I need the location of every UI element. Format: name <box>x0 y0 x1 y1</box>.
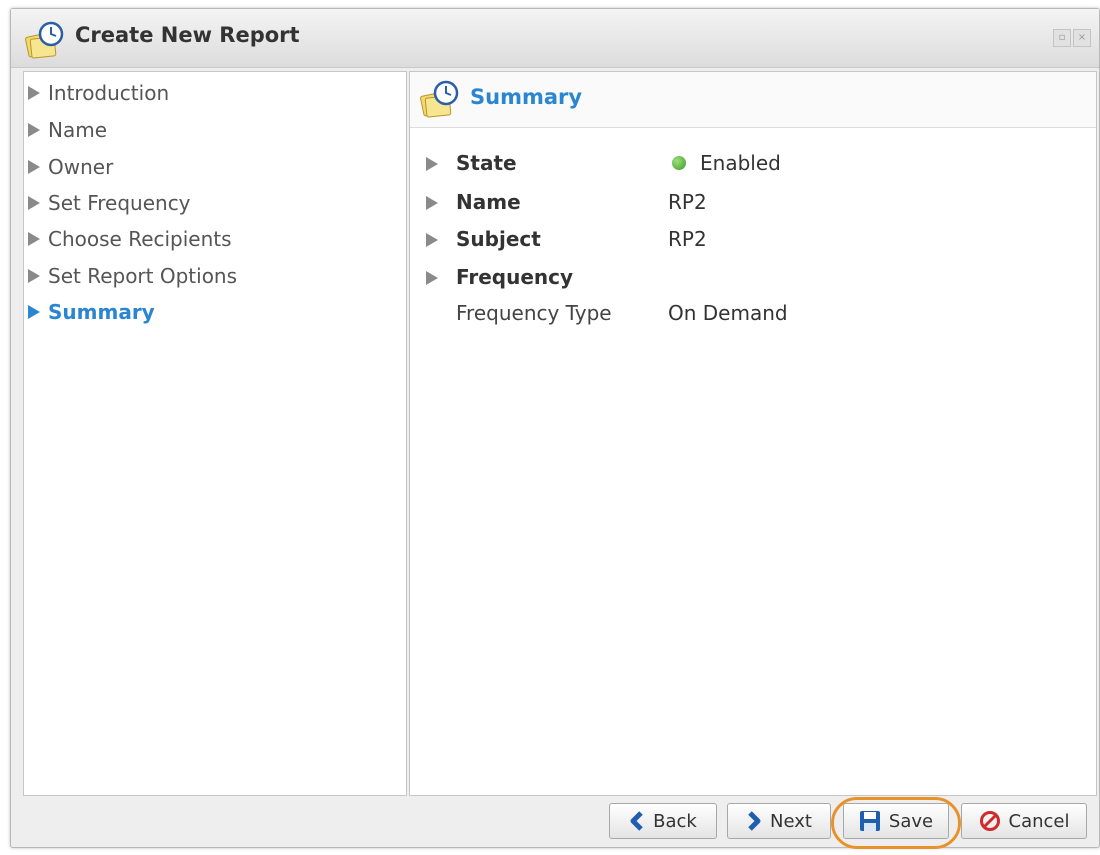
arrow-right-icon[interactable] <box>426 271 438 285</box>
chevron-right-icon <box>748 811 761 831</box>
row-value: On Demand <box>668 301 788 325</box>
arrow-right-icon[interactable] <box>426 233 438 247</box>
floppy-disk-icon <box>859 811 880 831</box>
nav-item-introduction[interactable]: Introduction <box>28 78 169 108</box>
arrow-right-icon <box>28 196 40 210</box>
cancel-icon <box>979 811 1000 831</box>
status-enabled-icon <box>672 156 686 170</box>
row-label: Name <box>456 190 521 214</box>
nav-item-label: Name <box>48 118 108 142</box>
nav-item-choose-recipients[interactable]: Choose Recipients <box>28 224 232 254</box>
nav-item-set-frequency[interactable]: Set Frequency <box>28 188 191 218</box>
summary-row-frequency: Frequency <box>424 263 1074 293</box>
cancel-label: Cancel <box>1008 810 1070 832</box>
nav-item-set-report-options[interactable]: Set Report Options <box>28 261 237 291</box>
arrow-right-icon <box>28 232 40 246</box>
nav-item-label: Summary <box>48 300 155 324</box>
arrow-right-icon <box>28 160 40 174</box>
nav-item-label: Set Report Options <box>48 264 238 288</box>
report-clock-icon <box>420 80 459 118</box>
summary-title: Summary <box>470 85 583 109</box>
wizard-step-nav: Introduction Name Owner Set Frequency Ch… <box>23 71 407 796</box>
next-label: Next <box>770 810 812 832</box>
arrow-right-icon <box>28 123 40 137</box>
close-icon[interactable]: × <box>1073 29 1091 47</box>
nav-item-summary[interactable]: Summary <box>28 297 155 327</box>
back-button[interactable]: Back <box>609 803 717 839</box>
arrow-right-icon <box>28 305 40 319</box>
summary-row-state: State Enabled <box>424 149 1074 179</box>
state-value: Enabled <box>700 151 781 175</box>
row-label: Frequency Type <box>456 301 612 325</box>
dialog-titlebar: Create New Report ▫ × <box>11 9 1099 68</box>
row-value: Enabled <box>668 151 781 175</box>
arrow-right-icon <box>28 86 40 100</box>
arrow-right-icon[interactable] <box>426 157 438 171</box>
row-value: RP2 <box>668 227 707 251</box>
save-button[interactable]: Save <box>843 803 949 839</box>
nav-item-label: Set Frequency <box>48 191 191 215</box>
chevron-left-icon <box>630 811 643 831</box>
arrow-right-icon[interactable] <box>426 196 438 210</box>
next-button[interactable]: Next <box>727 803 831 839</box>
save-label: Save <box>888 810 934 832</box>
nav-item-label: Introduction <box>48 81 170 105</box>
report-clock-icon <box>25 21 64 59</box>
nav-item-owner[interactable]: Owner <box>28 152 113 182</box>
row-value: RP2 <box>668 190 707 214</box>
row-label: State <box>456 151 517 175</box>
nav-item-label: Owner <box>48 155 114 179</box>
summary-panel: Summary State Enabled Name RP2 Subject R… <box>409 71 1097 796</box>
row-label: Frequency <box>456 265 574 289</box>
summary-row-frequency-type: Frequency Type On Demand <box>424 299 1074 329</box>
create-report-dialog: Create New Report ▫ × Introduction Name … <box>10 8 1100 849</box>
dialog-footer: Back Next Save Cancel <box>23 797 1095 849</box>
dialog-title: Create New Report <box>75 23 300 47</box>
back-label: Back <box>653 810 697 832</box>
restore-icon[interactable]: ▫ <box>1053 29 1071 47</box>
row-label: Subject <box>456 227 541 251</box>
nav-item-label: Choose Recipients <box>48 227 232 251</box>
summary-row-subject: Subject RP2 <box>424 225 1074 255</box>
cancel-button[interactable]: Cancel <box>961 803 1087 839</box>
window-controls: ▫ × <box>1053 29 1091 47</box>
summary-row-name: Name RP2 <box>424 188 1074 218</box>
nav-item-name[interactable]: Name <box>28 115 107 145</box>
arrow-right-icon <box>28 269 40 283</box>
summary-header: Summary <box>410 72 1096 128</box>
